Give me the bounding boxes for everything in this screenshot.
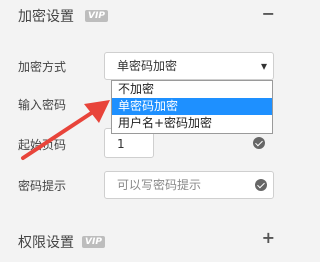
settings-panel: 加密设置 VIP − 加密方式 单密码加密 ▾ 输入密码 起始页码 1 密码提示…: [0, 0, 293, 262]
annotation-arrow-icon: [21, 100, 110, 160]
